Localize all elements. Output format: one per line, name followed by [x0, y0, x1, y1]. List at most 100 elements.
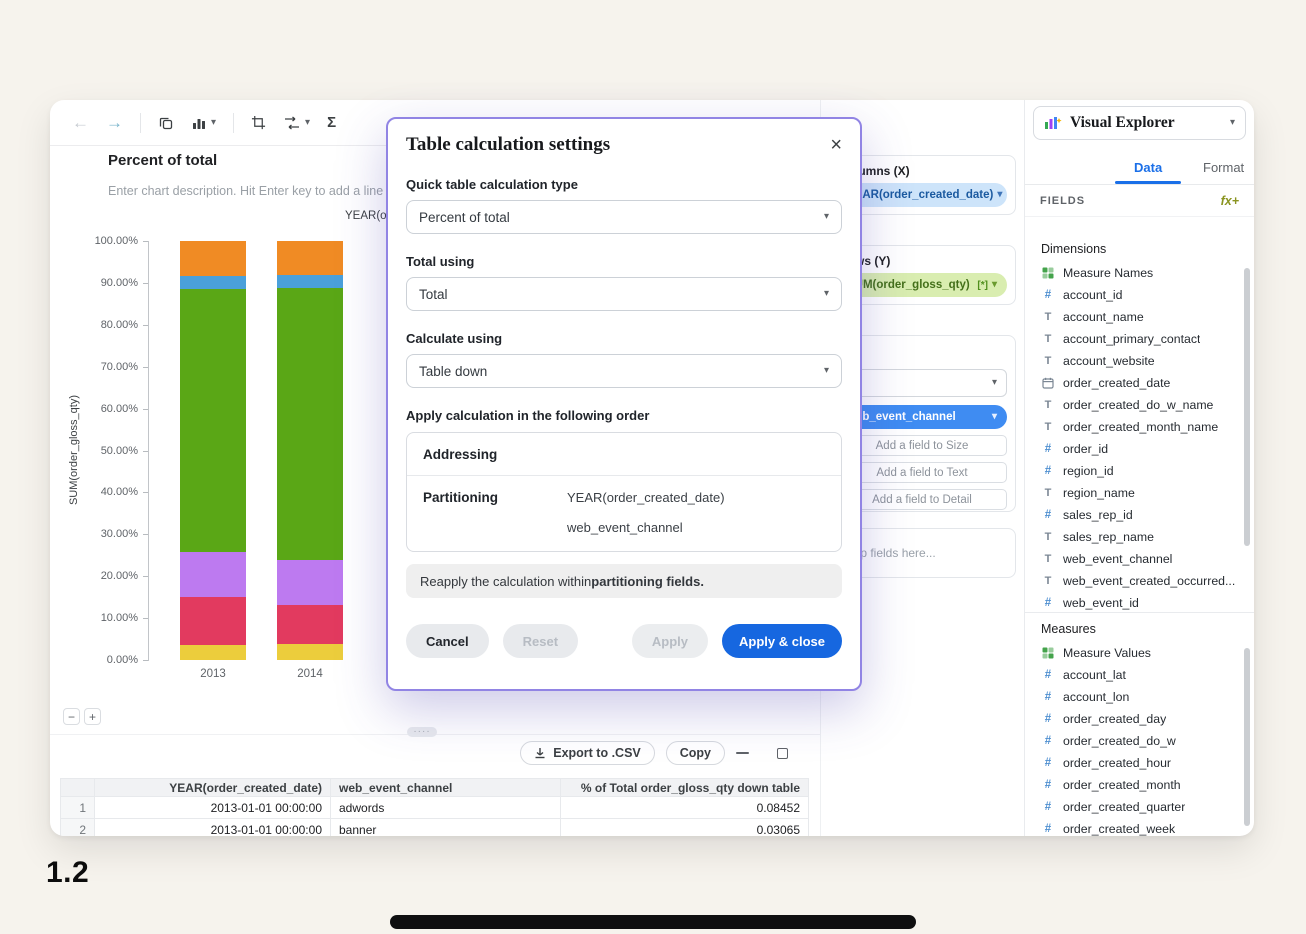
bar-segment-green-segment[interactable] [277, 288, 343, 561]
copy-button[interactable]: Copy [666, 741, 725, 765]
field-item-order_created_week[interactable]: #order_created_week [1025, 818, 1247, 836]
field-item-web_event_id[interactable]: #web_event_id [1025, 592, 1247, 610]
field-item-region_name[interactable]: Tregion_name [1025, 482, 1247, 504]
reset-button[interactable]: Reset [503, 624, 578, 658]
column-header-channel[interactable]: web_event_channel [331, 779, 561, 797]
table-toolbar: Export to .CSV Copy [50, 738, 808, 768]
apply-and-close-button[interactable]: Apply & close [722, 624, 842, 658]
detail-dropzone[interactable]: Add a field to Detail [837, 489, 1007, 510]
table-row[interactable]: 1 2013-01-01 00:00:00 adwords 0.08452 [61, 797, 809, 819]
bar-segment-green-segment[interactable] [180, 289, 246, 552]
zoom-in-button[interactable]: + [84, 708, 101, 725]
number-icon: # [1041, 801, 1055, 813]
sigma-aggregate-icon[interactable]: Σ [327, 114, 336, 131]
mark-type-select[interactable]: ▾ [837, 369, 1007, 397]
field-item-account_lat[interactable]: #account_lat [1025, 664, 1247, 686]
column-header-year[interactable]: YEAR(order_created_date) [95, 779, 331, 797]
duplicate-icon[interactable] [158, 115, 174, 131]
field-item-Measure Values[interactable]: Measure Values [1025, 642, 1247, 664]
collapse-panel-icon[interactable] [736, 752, 749, 754]
tab-data[interactable]: Data [1134, 160, 1162, 175]
expand-panel-icon[interactable] [777, 748, 788, 759]
columns-field-pill[interactable]: YEAR(order_created_date) ▾ [837, 183, 1007, 207]
field-item-order_id[interactable]: #order_id [1025, 438, 1247, 460]
visual-explorer-selector[interactable]: Visual Explorer ▾ [1033, 106, 1246, 140]
swap-axes-button[interactable]: ▾ [283, 115, 310, 131]
field-label: account_primary_contact [1063, 332, 1200, 346]
partitioning-field[interactable]: web_event_channel [567, 520, 725, 535]
grid-icon [1041, 267, 1055, 279]
chevron-down-icon: ▾ [997, 190, 1002, 200]
field-item-order_created_do_w_name[interactable]: Torder_created_do_w_name [1025, 394, 1247, 416]
table-calc-badge: [*] [977, 280, 988, 291]
partitioning-field[interactable]: YEAR(order_created_date) [567, 490, 725, 505]
field-item-web_event_created_occurred...[interactable]: Tweb_event_created_occurred... [1025, 570, 1247, 592]
cancel-button[interactable]: Cancel [406, 624, 489, 658]
text-dropzone[interactable]: Add a field to Text [837, 462, 1007, 483]
bar-segment-blue-segment[interactable] [277, 275, 343, 287]
chevron-down-icon: ▾ [305, 118, 310, 128]
field-item-account_website[interactable]: Taccount_website [1025, 350, 1247, 372]
measures-scrollbar[interactable] [1244, 648, 1250, 826]
bar-segment-purple-segment[interactable] [180, 552, 246, 596]
bar-segment-yellow-segment[interactable] [277, 644, 343, 660]
bar-segment-red-segment[interactable] [180, 597, 246, 645]
column-header-percent[interactable]: % of Total order_gloss_qty down table [561, 779, 809, 797]
field-item-region_id[interactable]: #region_id [1025, 460, 1247, 482]
bar-segment-yellow-segment[interactable] [180, 645, 246, 660]
field-item-order_created_month_name[interactable]: Torder_created_month_name [1025, 416, 1247, 438]
number-icon: # [1041, 757, 1055, 769]
field-item-order_created_hour[interactable]: #order_created_hour [1025, 752, 1247, 774]
grid-icon [1041, 647, 1055, 659]
redo-forward-icon[interactable]: → [106, 114, 123, 131]
active-tab-underline [1115, 181, 1181, 184]
field-item-sales_rep_name[interactable]: Tsales_rep_name [1025, 526, 1247, 548]
field-item-order_created_month[interactable]: #order_created_month [1025, 774, 1247, 796]
chart-type-button[interactable]: ▾ [191, 115, 216, 131]
table-row[interactable]: 2 2013-01-01 00:00:00 banner 0.03065 [61, 819, 809, 836]
field-item-account_lon[interactable]: #account_lon [1025, 686, 1247, 708]
quick-calc-type-select[interactable]: Percent of total ▾ [406, 200, 842, 234]
y-axis-tick-label: 40.00% [74, 486, 138, 498]
bar-segment-blue-segment[interactable] [180, 276, 246, 289]
export-csv-button[interactable]: Export to .CSV [520, 741, 655, 765]
tab-format[interactable]: Format [1203, 160, 1244, 175]
field-item-order_created_do_w[interactable]: #order_created_do_w [1025, 730, 1247, 752]
table-calculation-settings-modal: Table calculation settings × Quick table… [386, 117, 862, 691]
quick-calc-type-label: Quick table calculation type [406, 177, 842, 193]
add-formula-icon[interactable]: fx+ [1221, 194, 1239, 208]
rows-field-pill[interactable]: SUM(order_gloss_qty) [*] ▾ [837, 273, 1007, 297]
field-item-order_created_day[interactable]: #order_created_day [1025, 708, 1247, 730]
color-field-pill[interactable]: web_event_channel ▾ [837, 405, 1007, 429]
crop-icon[interactable] [251, 115, 266, 130]
field-label: order_created_day [1063, 712, 1166, 726]
field-item-Measure Names[interactable]: Measure Names [1025, 262, 1247, 284]
cell-value: 0.08452 [561, 797, 809, 819]
bar-segment-red-segment[interactable] [277, 605, 343, 644]
chart-description[interactable]: Enter chart description. Hit Enter key t… [108, 184, 383, 198]
bar-segment-orange-segment[interactable] [180, 241, 246, 276]
close-icon[interactable]: × [830, 135, 842, 155]
field-item-account_primary_contact[interactable]: Taccount_primary_contact [1025, 328, 1247, 350]
field-item-order_created_date[interactable]: order_created_date [1025, 372, 1247, 394]
bar-segment-orange-segment[interactable] [277, 241, 343, 275]
chevron-down-icon: ▾ [824, 366, 829, 376]
undo-back-icon[interactable]: ← [72, 114, 89, 131]
calculate-using-select[interactable]: Table down ▾ [406, 354, 842, 388]
fields-panel: Visual Explorer ▾ Data Format FIELDS fx+… [1024, 100, 1254, 836]
zoom-controls: − + [63, 708, 101, 725]
field-item-account_id[interactable]: #account_id [1025, 284, 1247, 306]
field-item-web_event_channel[interactable]: Tweb_event_channel [1025, 548, 1247, 570]
field-item-account_name[interactable]: Taccount_name [1025, 306, 1247, 328]
apply-button[interactable]: Apply [632, 624, 708, 658]
text-icon: T [1041, 531, 1055, 543]
size-dropzone[interactable]: Add a field to Size [837, 435, 1007, 456]
bar-segment-purple-segment[interactable] [277, 560, 343, 604]
total-using-select[interactable]: Total ▾ [406, 277, 842, 311]
field-item-sales_rep_id[interactable]: #sales_rep_id [1025, 504, 1247, 526]
splitter-drag-handle[interactable]: ···· [407, 727, 437, 737]
field-item-order_created_quarter[interactable]: #order_created_quarter [1025, 796, 1247, 818]
zoom-out-button[interactable]: − [63, 708, 80, 725]
chevron-down-icon: ▾ [992, 412, 997, 422]
dimensions-scrollbar[interactable] [1244, 268, 1250, 546]
